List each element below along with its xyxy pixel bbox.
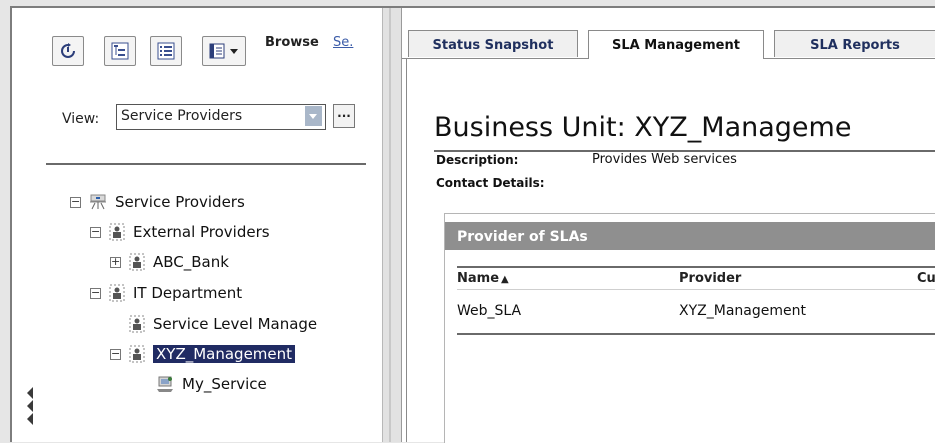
chevron-down-icon[interactable] [305, 106, 322, 126]
collapse-icon[interactable]: − [90, 226, 101, 238]
tab-status-snapshot[interactable]: Status Snapshot [408, 30, 578, 57]
service-icon [157, 376, 173, 392]
tree-node-abc-bank[interactable]: + ABC_Bank [110, 250, 229, 274]
table-header-bottom-rule [457, 289, 935, 290]
column-header-provider[interactable]: Provider [679, 271, 741, 286]
divider [46, 163, 366, 165]
tree-node-it-department[interactable]: − IT Department [90, 281, 242, 305]
table-row-rule [457, 333, 935, 335]
page-title: Business Unit: XYZ_Manageme [434, 112, 852, 143]
tab-sla-reports[interactable]: SLA Reports [774, 30, 935, 57]
right-pane: Status Snapshot SLA Management SLA Repor… [402, 8, 935, 443]
business-unit-icon [129, 315, 145, 333]
list-view-icon [157, 42, 175, 60]
collapse-icon[interactable]: − [90, 287, 101, 299]
tree-node-my-service[interactable]: My_Service [156, 372, 267, 396]
collapse-icon[interactable]: − [70, 196, 81, 208]
view-select[interactable]: Service Providers [116, 104, 326, 130]
business-unit-icon [109, 223, 125, 241]
contact-details-label: Contact Details: [436, 176, 545, 190]
tree-node-label: IT Department [133, 284, 243, 302]
provider-of-slas-panel: Provider of SLAs Name ▲ Provider Cu Web_S… [444, 213, 935, 443]
tree-view-button[interactable] [104, 36, 136, 66]
view-more-button[interactable]: ... [333, 104, 355, 128]
column-header-name[interactable]: Name ▲ [457, 271, 509, 286]
sort-ascending-icon: ▲ [501, 274, 509, 285]
view-label: View: [62, 111, 100, 127]
panel-header: Provider of SLAs [445, 222, 935, 250]
service-providers-root-icon [90, 194, 106, 210]
description-label: Description: [436, 153, 519, 167]
column-header-cu[interactable]: Cu [917, 271, 935, 286]
description-value: Provides Web services [592, 152, 737, 167]
search-tab-link[interactable]: Se. [333, 35, 353, 50]
tree-node-xyz-management[interactable]: − XYZ_Management [110, 342, 296, 366]
refresh-icon [61, 43, 75, 58]
list-view-button[interactable] [150, 36, 182, 66]
business-unit-icon [129, 253, 145, 271]
tree-node-label: External Providers [133, 223, 270, 241]
expand-icon[interactable]: + [110, 256, 121, 268]
browse-label: Browse [265, 35, 319, 50]
collapse-icon[interactable]: − [110, 348, 121, 360]
tree-node-service-level-management[interactable]: Service Level Manage [129, 312, 317, 336]
column-header-label: Name [457, 271, 500, 286]
new-item-dropdown-icon [209, 43, 238, 59]
table-header-rule [457, 266, 935, 268]
tree-node-label: Service Level Manage [153, 315, 318, 333]
tree-node-service-providers[interactable]: − Service Providers [70, 190, 245, 214]
table-cell-name[interactable]: Web_SLA [457, 303, 521, 319]
business-unit-icon [109, 284, 125, 302]
left-pane: Browse Se. View: Service Providers ... −… [12, 8, 382, 442]
new-item-dropdown-button[interactable] [202, 36, 246, 66]
tree-node-label-selected: XYZ_Management [153, 345, 296, 363]
refresh-button[interactable] [52, 36, 84, 66]
tree-view-icon [111, 42, 129, 60]
tab-strip: Status Snapshot SLA Management SLA Repor… [402, 30, 935, 59]
business-unit-icon [129, 345, 145, 363]
collapse-pane-icon[interactable] [25, 385, 35, 435]
tab-sla-management[interactable]: SLA Management [588, 30, 764, 59]
tree-node-label: My_Service [182, 375, 267, 393]
tree-node-label: Service Providers [115, 193, 245, 211]
tree-node-label: ABC_Bank [153, 253, 229, 271]
tree-node-external-providers[interactable]: − External Providers [90, 220, 270, 244]
pane-splitter[interactable] [382, 8, 402, 442]
table-cell-provider: XYZ_Management [679, 303, 806, 319]
